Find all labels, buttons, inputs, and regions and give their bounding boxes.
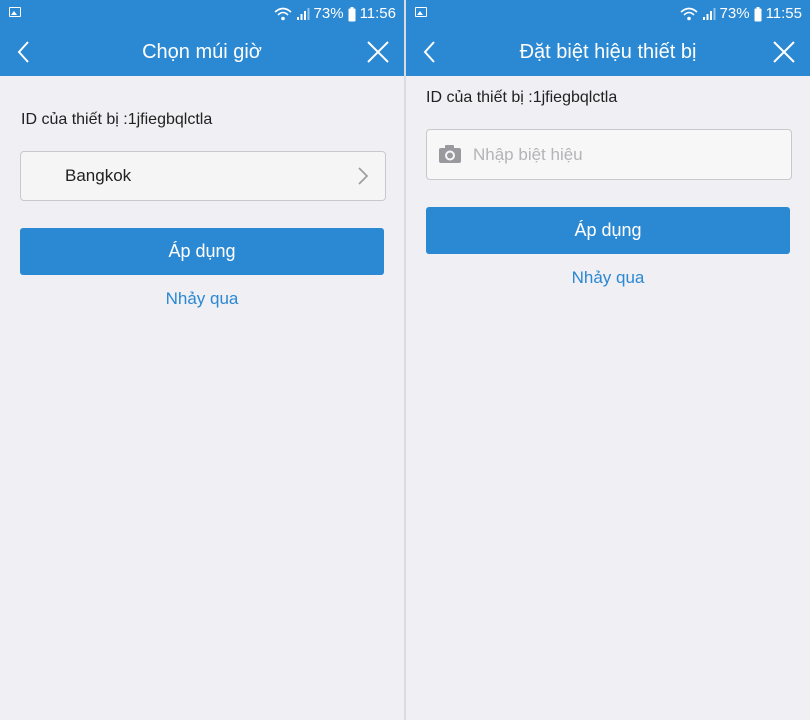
nav-bar: Chọn múi giờ bbox=[0, 28, 404, 76]
nickname-screen: 73% 11:55 Đặt biệt hiệu thiết bị ID của … bbox=[406, 0, 810, 720]
status-bar: 73% 11:56 bbox=[0, 0, 404, 28]
wifi-icon bbox=[680, 7, 698, 21]
timezone-screen: 73% 11:56 Chọn múi giờ ID của thiết bị :… bbox=[0, 0, 404, 720]
nickname-field bbox=[426, 129, 792, 180]
battery-percent: 73% bbox=[313, 5, 344, 22]
page-title: Đặt biệt hiệu thiết bị bbox=[519, 41, 697, 63]
page-title: Chọn múi giờ bbox=[142, 41, 262, 63]
signal-icon bbox=[296, 7, 310, 21]
nickname-input[interactable] bbox=[471, 138, 775, 172]
timezone-select[interactable]: Bangkok bbox=[20, 151, 386, 201]
timezone-value: Bangkok bbox=[65, 166, 132, 185]
chevron-right-icon bbox=[357, 166, 369, 186]
apply-button[interactable]: Áp dụng bbox=[20, 228, 384, 275]
apply-button[interactable]: Áp dụng bbox=[426, 207, 790, 254]
skip-link[interactable]: Nhảy qua bbox=[548, 268, 668, 288]
signal-icon bbox=[702, 7, 716, 21]
status-time: 11:56 bbox=[359, 5, 396, 22]
battery-icon bbox=[348, 6, 356, 22]
wifi-icon bbox=[274, 7, 292, 21]
image-icon bbox=[9, 7, 21, 17]
skip-link[interactable]: Nhảy qua bbox=[142, 289, 262, 309]
nav-bar: Đặt biệt hiệu thiết bị bbox=[406, 28, 810, 76]
status-indicators: 73% 11:56 bbox=[274, 5, 396, 23]
device-id-label: ID của thiết bị :1jfiegbqlctla bbox=[21, 111, 213, 128]
status-indicators: 73% 11:55 bbox=[680, 5, 802, 23]
status-time: 11:55 bbox=[765, 5, 802, 22]
battery-icon bbox=[754, 6, 762, 22]
camera-icon[interactable] bbox=[438, 144, 462, 164]
image-icon bbox=[415, 7, 427, 17]
chevron-left-icon[interactable] bbox=[420, 40, 440, 64]
battery-percent: 73% bbox=[719, 5, 750, 22]
device-id-label: ID của thiết bị :1jfiegbqlctla bbox=[426, 89, 618, 106]
status-bar: 73% 11:55 bbox=[406, 0, 810, 28]
chevron-left-icon[interactable] bbox=[14, 40, 34, 64]
close-icon[interactable] bbox=[772, 40, 796, 64]
close-icon[interactable] bbox=[366, 40, 390, 64]
